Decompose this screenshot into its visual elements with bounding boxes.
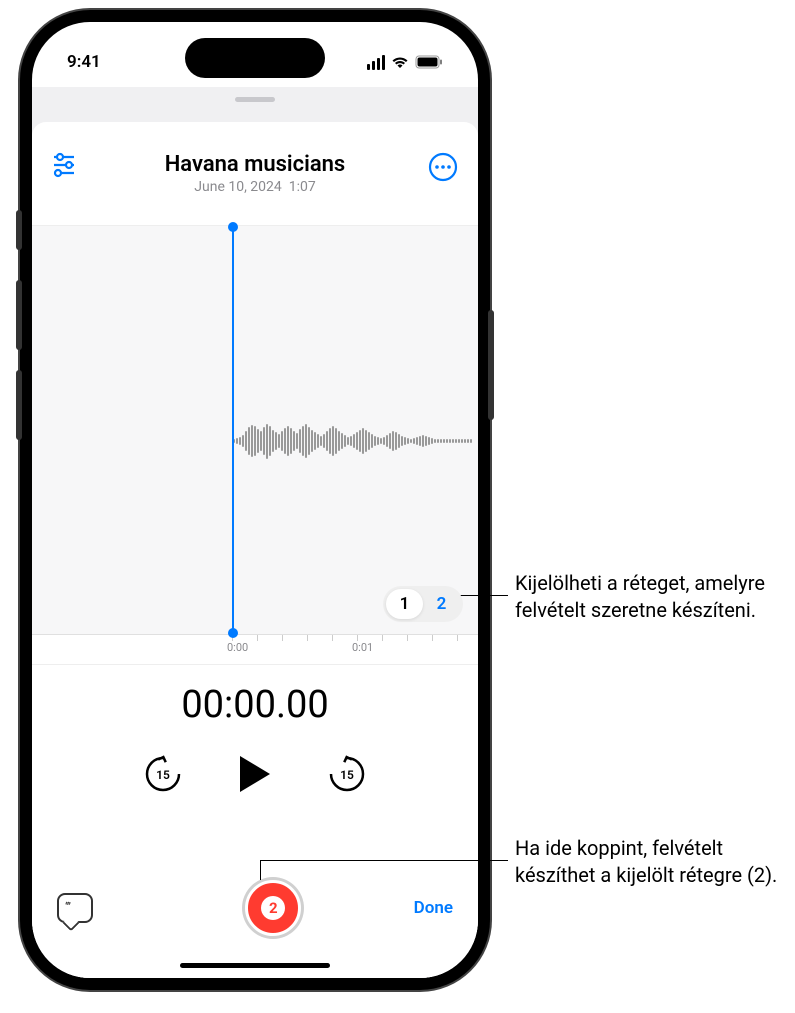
svg-text:15: 15 — [156, 768, 170, 782]
volume-down — [16, 370, 22, 440]
done-button[interactable]: Done — [414, 898, 453, 918]
layer-option-1[interactable]: 1 — [386, 589, 423, 619]
screen: 9:41 Havana musicians June 10, 2024 1:07 — [32, 22, 478, 978]
playhead[interactable] — [232, 226, 234, 634]
time-ruler: 0:00 0:01 — [32, 634, 478, 664]
callout-line — [260, 860, 261, 880]
status-time: 9:41 — [67, 52, 101, 72]
header: Havana musicians June 10, 2024 1:07 — [32, 122, 478, 205]
more-options-icon[interactable] — [428, 152, 458, 182]
time-mark-0: 0:00 — [227, 641, 248, 654]
recording-subtitle: June 10, 2024 1:07 — [52, 179, 458, 195]
recording-editor: Havana musicians June 10, 2024 1:07 1 2 … — [32, 122, 478, 978]
phone-frame: 9:41 Havana musicians June 10, 2024 1:07 — [20, 10, 490, 990]
cellular-signal-icon — [367, 55, 385, 70]
transcript-button[interactable]: “” — [57, 893, 93, 923]
record-button[interactable]: 2 — [245, 880, 301, 936]
play-button[interactable] — [235, 752, 275, 796]
layer-selector[interactable]: 1 2 — [383, 586, 463, 622]
callout-line — [260, 860, 508, 861]
waveform-area[interactable]: 1 2 0:00 0:01 — [32, 225, 478, 665]
svg-text:15: 15 — [340, 768, 354, 782]
waveform — [233, 421, 478, 461]
recording-duration: 1:07 — [289, 179, 316, 195]
battery-icon — [415, 55, 443, 69]
timer-display: 00:00.00 — [32, 683, 478, 727]
ringer-switch — [16, 210, 22, 250]
wifi-icon — [391, 55, 409, 69]
record-layer-badge: 2 — [261, 896, 285, 920]
settings-sliders-icon[interactable] — [52, 152, 82, 182]
volume-up — [16, 280, 22, 350]
skip-back-15-button[interactable]: 15 — [141, 752, 185, 796]
callout-layer-selector: Kijelölheti a réteget, amelyre felvételt… — [515, 570, 785, 624]
skip-forward-15-button[interactable]: 15 — [325, 752, 369, 796]
modal-grabber[interactable] — [235, 97, 275, 102]
recording-title[interactable]: Havana musicians — [52, 152, 458, 177]
playback-controls: 15 15 — [32, 752, 478, 796]
callout-record-button: Ha ide koppint, felvételt készíthet a ki… — [515, 835, 785, 889]
time-mark-1: 0:01 — [352, 641, 373, 654]
dynamic-island — [185, 38, 325, 78]
bottom-bar: “” 2 Done — [32, 878, 478, 938]
layer-option-2[interactable]: 2 — [423, 589, 460, 619]
home-indicator[interactable] — [180, 963, 330, 968]
side-button — [488, 310, 494, 420]
status-icons — [367, 55, 443, 70]
recording-date: June 10, 2024 — [194, 179, 282, 195]
